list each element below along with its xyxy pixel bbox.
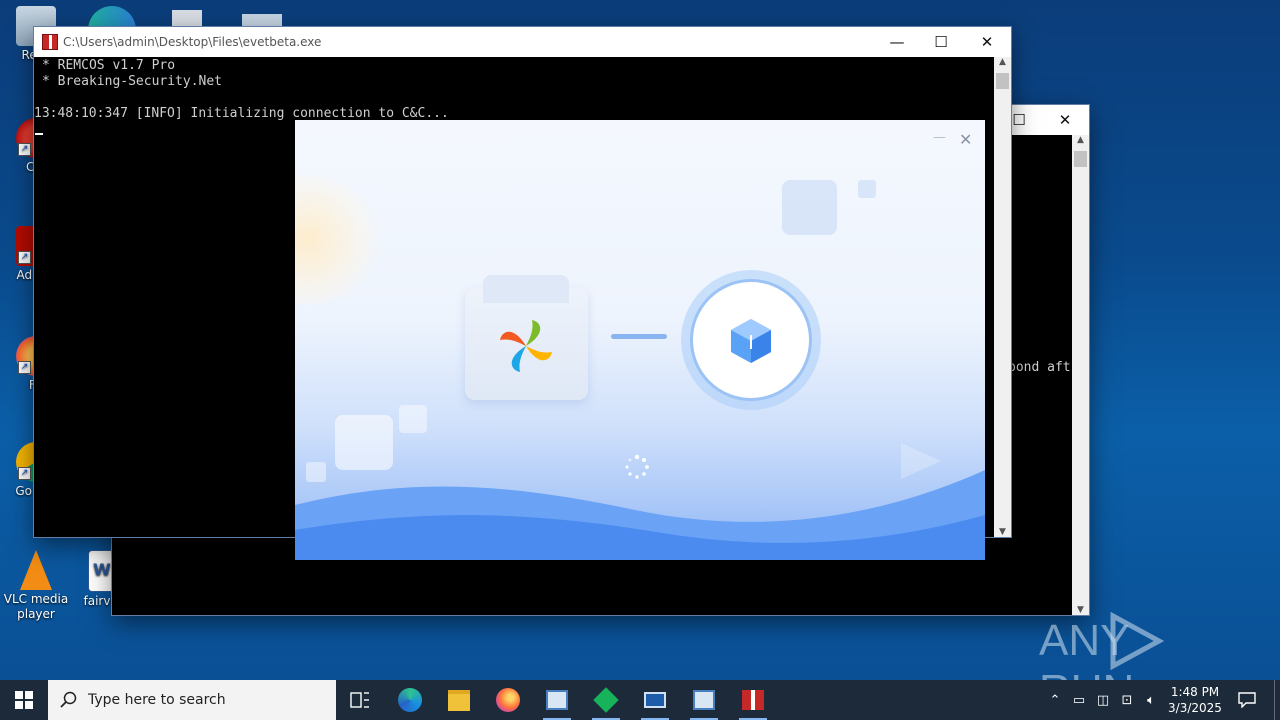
word-w-glyph: W [93, 560, 111, 579]
maximize-button[interactable]: ☐ [918, 27, 964, 57]
taskbar-edge[interactable] [386, 680, 434, 720]
sun-glow-decoration [295, 175, 380, 305]
pinwheel-logo-icon [500, 320, 552, 372]
shortcut-arrow-icon: ↗ [18, 361, 31, 374]
installer-dialog[interactable]: — ✕ [295, 120, 985, 560]
search-box[interactable]: Type here to search [48, 680, 336, 720]
gift-app-icon [42, 34, 58, 50]
clock[interactable]: 1:48 PM 3/3/2025 [1166, 680, 1224, 720]
store-bag-icon [465, 275, 588, 400]
vlc-cone-icon [20, 550, 52, 590]
scroll-thumb[interactable] [996, 73, 1009, 89]
speech-bubble-glyph [1238, 692, 1256, 708]
desktop-icon-vlc[interactable]: VLC media player [0, 550, 72, 622]
clock-date: 3/3/2025 [1168, 701, 1222, 715]
cube-circle-badge [681, 270, 821, 410]
close-button[interactable]: ✕ [964, 27, 1010, 57]
taskbar-app-2[interactable] [582, 680, 630, 720]
taskbar-app-3[interactable] [631, 680, 679, 720]
taskbar-file-explorer[interactable] [435, 680, 483, 720]
start-button[interactable] [0, 680, 48, 720]
taskbar-app-gift[interactable] [729, 680, 777, 720]
app-window-icon [546, 690, 568, 710]
desktop-file-icon[interactable] [172, 10, 202, 28]
volume-icon[interactable]: 🔈︎ [1142, 680, 1160, 720]
network-icon[interactable]: ⊡ [1118, 680, 1136, 720]
console-partial-text: pond aft [1008, 360, 1071, 375]
show-desktop-button[interactable] [1274, 680, 1280, 720]
clock-time: 1:48 PM [1170, 685, 1220, 699]
windows-logo-icon [15, 691, 33, 709]
tray-overflow-chevron-icon[interactable]: ⌃ [1046, 680, 1064, 720]
notifications-icon[interactable] [1234, 680, 1260, 720]
edge-icon [398, 688, 422, 712]
scroll-up-arrow-icon[interactable]: ▲ [1072, 135, 1089, 151]
play-triangle-logo-icon [1110, 612, 1165, 670]
monitor-icon [644, 692, 666, 708]
scroll-thumb[interactable] [1074, 151, 1087, 167]
taskbar: Type here to search ⌃ ▭ ◫ ⊡ 🔈︎ 1:48 PM 3… [0, 680, 1280, 720]
gift-icon [742, 690, 764, 710]
folder-icon [448, 689, 470, 711]
desktop-icon-label: VLC media player [3, 592, 69, 621]
taskbar-app-4[interactable] [680, 680, 728, 720]
console-line: * REMCOS v1.7 Pro [42, 58, 176, 73]
console-line: * Breaking-Security.Net [42, 74, 223, 89]
meet-now-icon[interactable]: ◫ [1094, 680, 1112, 720]
title-bar: C:\Users\admin\Desktop\Files\evetbeta.ex… [34, 27, 1011, 57]
taskbar-firefox[interactable] [484, 680, 532, 720]
search-placeholder: Type here to search [88, 692, 226, 708]
text-cursor [35, 133, 43, 135]
decorative-square [399, 405, 427, 433]
search-icon [60, 691, 77, 708]
scroll-up-arrow-icon[interactable]: ▲ [994, 57, 1011, 73]
desktop-app-icon[interactable] [242, 14, 282, 28]
task-view-button[interactable] [336, 680, 384, 720]
decorative-square [858, 180, 876, 198]
close-button[interactable]: ✕ [959, 130, 972, 149]
taskbar-app-1[interactable] [533, 680, 581, 720]
decorative-square [782, 180, 837, 235]
minimize-button[interactable]: — [874, 27, 920, 57]
firefox-icon [496, 688, 520, 712]
green-diamond-icon [593, 687, 619, 713]
anyrun-watermark: ANY RUN [1037, 612, 1237, 715]
close-button[interactable]: ✕ [1042, 105, 1088, 135]
network-device-icon[interactable]: ▭ [1070, 680, 1088, 720]
vertical-scrollbar[interactable]: ▲ ▼ [1072, 135, 1089, 615]
shortcut-arrow-icon: ↗ [18, 143, 31, 156]
shortcut-arrow-icon: ↗ [18, 467, 31, 480]
task-view-icon [350, 692, 369, 708]
app-window-icon [693, 690, 715, 710]
minimize-button[interactable]: — [933, 130, 946, 145]
scroll-down-arrow-icon[interactable]: ▼ [994, 527, 1011, 537]
cube-icon [731, 319, 771, 363]
wave-decoration [295, 470, 985, 560]
vertical-scrollbar[interactable]: ▲ ▼ [994, 57, 1011, 537]
shortcut-arrow-icon: ↗ [18, 251, 31, 264]
window-title: C:\Users\admin\Desktop\Files\evetbeta.ex… [63, 35, 322, 49]
connector-line [611, 334, 667, 339]
